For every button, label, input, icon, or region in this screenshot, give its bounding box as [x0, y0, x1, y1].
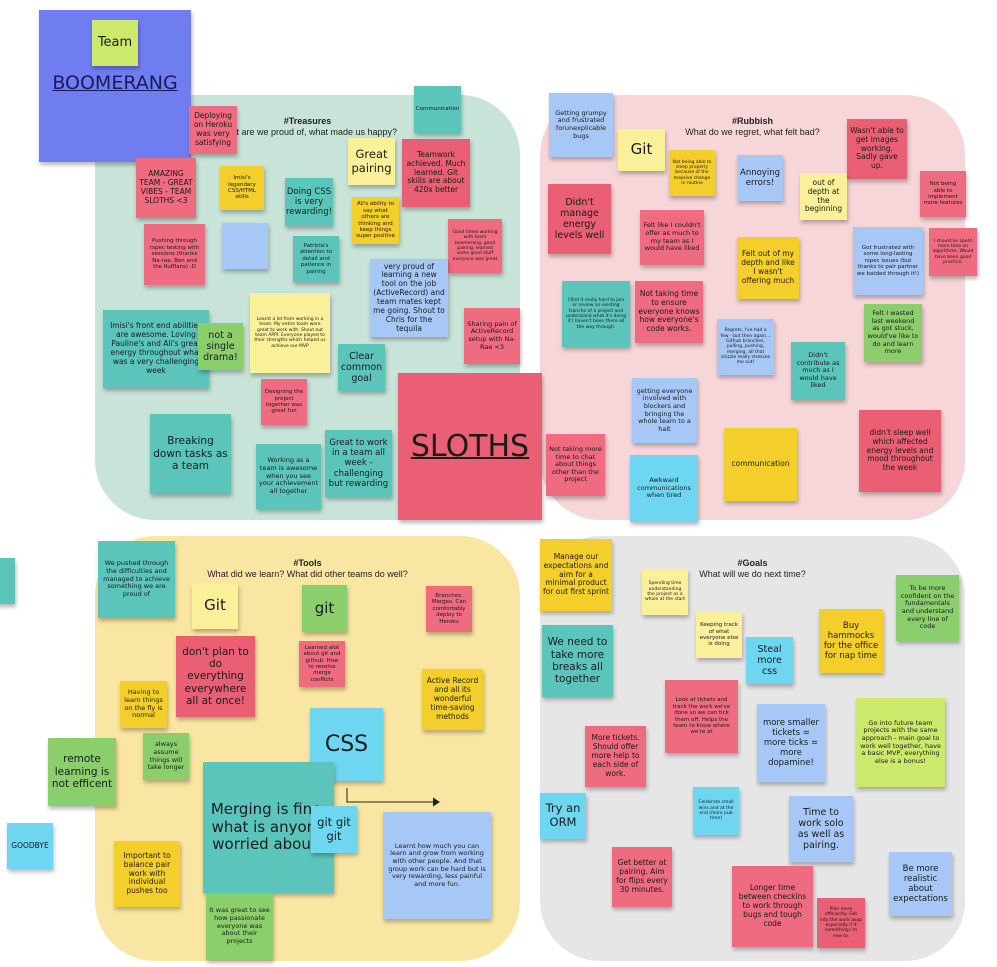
goals-note-4[interactable]: We need to take more breaks all together: [542, 625, 613, 697]
rubbish-note-22[interactable]: didn't sleep well which affected energy …: [859, 410, 941, 492]
rubbish-note-2[interactable]: Git: [618, 129, 665, 171]
tools-note-4[interactable]: Branches. Merges. Can comfortably deploy…: [426, 586, 472, 632]
remote-learning-note[interactable]: remote learning is not efficent: [48, 738, 116, 806]
treasure-note-9[interactable]: Pushing through rspec testing with sessi…: [144, 224, 205, 285]
team-label-note[interactable]: Team: [92, 20, 138, 66]
rubbish-note-12[interactable]: I should've spent more time on algorithm…: [929, 228, 977, 276]
goals-note-7[interactable]: Buy hammocks for the office for nap time: [819, 609, 883, 673]
treasure-note-4[interactable]: Doing CSS is very rewarding!: [285, 178, 333, 226]
tools-note-13[interactable]: Learnt how much you can learn and grow f…: [383, 812, 491, 919]
goals-note-18[interactable]: Be more realistic about expectations: [889, 852, 952, 916]
goals-note-9[interactable]: Go into future team projects with the sa…: [856, 698, 945, 787]
goals-note-12[interactable]: Try an ORM: [540, 793, 586, 839]
rubbish-note-10[interactable]: Felt out of my depth and like I wasn't o…: [737, 237, 799, 299]
rubbish-note-11[interactable]: Got frustrated with some long-lasting rs…: [853, 227, 923, 295]
treasure-note-6[interactable]: Ali's ability to say what others are thi…: [352, 197, 399, 244]
treasure-note-7[interactable]: Teamwork achieved. Much learned. Git ski…: [402, 139, 470, 207]
treasure-note-5[interactable]: Great pairing: [348, 138, 395, 185]
treasure-note-22[interactable]: Great to work in a team all week - chall…: [325, 430, 392, 497]
edge-note[interactable]: [0, 558, 15, 604]
treasure-note-21[interactable]: Working as a team is awesome when you se…: [256, 444, 321, 509]
goals-note-14[interactable]: Time to work solo as well as pairing.: [789, 796, 853, 862]
treasure-note-16[interactable]: not a single drama!: [198, 323, 243, 370]
treasure-note-13[interactable]: very proud of learning a new tool on the…: [370, 259, 448, 337]
rubbish-note-7[interactable]: out of depth at the beginning: [800, 173, 847, 220]
goals-note-5[interactable]: Keeping track of what everyone else is d…: [696, 612, 742, 658]
rubbish-note-9[interactable]: Felt like I couldn't offer as much to my…: [640, 210, 704, 265]
goals-note-2[interactable]: Spending time understanding the project …: [642, 569, 688, 615]
rubbish-note-20[interactable]: communication: [724, 428, 797, 501]
goals-note-16[interactable]: Longer time between checkins to work thr…: [732, 866, 813, 947]
rubbish-note-13[interactable]: I find it really hard to join or review …: [562, 281, 630, 347]
tools-title: #Tools What did we learn? What did other …: [207, 558, 408, 580]
arrow-connector-icon: [346, 788, 440, 807]
rubbish-note-21[interactable]: Awkward communications when tired: [630, 455, 698, 522]
treasure-note-8[interactable]: Communication: [414, 86, 461, 133]
treasure-note-18[interactable]: Sharing pain of ActiveRecord setup with …: [464, 308, 520, 364]
rubbish-note-8[interactable]: Didn't manage energy levels well: [548, 184, 611, 254]
tools-note-9[interactable]: always assume things will take longer: [143, 733, 189, 780]
goals-note-1[interactable]: Manage our expectations and aim for a mi…: [540, 539, 612, 611]
tools-note-5[interactable]: don't plan to do everything everywhere a…: [176, 636, 255, 717]
treasure-note-11[interactable]: Patricia's attention to detail and patie…: [293, 236, 339, 282]
goals-note-3[interactable]: To be more confident on the fundamentals…: [896, 575, 959, 641]
tools-note-1[interactable]: We pushed through the difficulties and m…: [98, 541, 175, 618]
rubbish-note-15[interactable]: Regrets, I've had a few - but then again…: [717, 319, 774, 375]
tools-note-2[interactable]: Git: [192, 583, 238, 629]
rubbish-note-1[interactable]: Getting grumpy and frustrated forunexpli…: [549, 93, 613, 157]
goals-note-11[interactable]: more smaller tickets = more ticks = more…: [757, 704, 825, 782]
treasure-note-20[interactable]: Breaking down tasks as a team: [150, 414, 231, 494]
rubbish-note-5[interactable]: Wasn't able to get images working. Sadly…: [847, 119, 907, 179]
tools-note-12[interactable]: git git git: [311, 806, 357, 853]
treasure-note-3[interactable]: Imisi's legendary CSS/HTML skills: [220, 166, 264, 210]
treasure-note-19[interactable]: Designing the project together was great…: [261, 379, 307, 425]
rubbish-note-17[interactable]: Felt I wasted last weekend as got stuck,…: [864, 304, 922, 362]
treasure-note-15[interactable]: Imisi's front end abilities are awesome.…: [103, 310, 209, 388]
treasure-note-10[interactable]: [222, 223, 268, 269]
goals-note-13[interactable]: Celebrate small wins and at the end (mor…: [693, 787, 739, 835]
goals-note-15[interactable]: Get better at pairing. Aim for flips eve…: [612, 847, 672, 907]
rubbish-note-3[interactable]: Not being able to sleep properly because…: [669, 150, 715, 196]
sloths-note[interactable]: SLOTHS: [398, 373, 542, 520]
goals-note-17[interactable]: Plan more efficiently. Get into the work…: [817, 898, 865, 948]
goals-note-8[interactable]: Look at tickets and track the work we've…: [665, 680, 738, 753]
tools-note-7[interactable]: Active Record and all its wonderful time…: [422, 669, 483, 730]
tools-note-3[interactable]: git: [302, 585, 347, 632]
rubbish-note-18[interactable]: getting everyone involved with blockers …: [632, 378, 697, 443]
rubbish-note-14[interactable]: Not taking time to ensure everyone knows…: [635, 281, 703, 343]
rubbish-note-19[interactable]: Not taking more time to chat about thing…: [546, 434, 605, 496]
treasure-note-12[interactable]: Good times working with team boomerang, …: [448, 219, 502, 273]
goodbye-note[interactable]: GOODBYE: [7, 823, 53, 869]
rubbish-note-16[interactable]: Didn't contribute as much as I would hav…: [791, 342, 845, 400]
treasure-note-1[interactable]: Deploying on Heroku was very satisfying: [189, 106, 237, 154]
tools-note-14[interactable]: Important to balance pair work with indi…: [114, 841, 180, 907]
rubbish-note-4[interactable]: Annoying errors!: [737, 155, 783, 201]
goals-note-10[interactable]: More tickets. Should offer more help to …: [585, 726, 646, 787]
rubbish-note-6[interactable]: Not being able to implement more feature…: [920, 171, 966, 217]
treasure-note-17[interactable]: Clear common goal: [338, 344, 385, 391]
tools-note-6[interactable]: Learned alot about git and github. How t…: [299, 641, 345, 687]
tools-note-15[interactable]: It was great to see how passionate every…: [206, 893, 273, 960]
treasure-note-2[interactable]: AMAZING TEAM - GREAT VIBES - TEAM SLOTHS…: [136, 158, 196, 218]
goals-note-6[interactable]: Steal more css: [746, 637, 793, 684]
tools-note-8[interactable]: Having to learn things on the fly is nor…: [120, 681, 167, 728]
rubbish-title: #Rubbish What do we regret, what felt bad…: [685, 116, 820, 138]
treasure-note-14[interactable]: Learnt a lot from working in a team. My …: [250, 293, 330, 373]
team-name-title: BOOMERANG: [52, 72, 178, 94]
